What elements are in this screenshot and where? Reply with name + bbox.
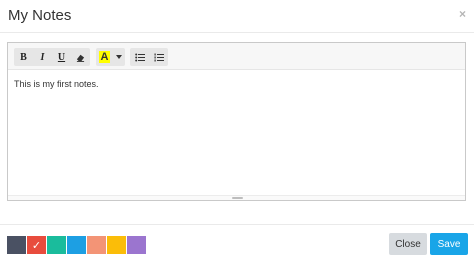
color-swatch[interactable] [87,236,106,254]
rich-text-editor[interactable]: B I U A This is my first notes. [7,42,466,201]
close-button[interactable]: Close [389,233,427,255]
format-button-group: B I U [14,48,90,66]
resize-grip-icon [232,197,243,199]
unordered-list-button[interactable] [130,48,149,66]
modal-header: My Notes × [0,0,474,33]
editor-content[interactable]: This is my first notes. [14,79,99,89]
save-button[interactable]: Save [430,233,468,255]
modal-title: My Notes [8,7,72,24]
eraser-button[interactable] [71,48,90,66]
color-button-group: A [96,48,125,66]
check-icon: ✓ [31,239,42,252]
color-swatch[interactable] [67,236,86,254]
bold-button[interactable]: B [14,48,33,66]
close-icon[interactable]: × [459,8,466,20]
underline-button[interactable]: U [52,48,71,66]
text-color-button[interactable]: A [96,48,113,66]
chevron-down-icon[interactable] [113,48,125,66]
text-color-label: A [98,51,111,63]
footer-divider [0,224,474,225]
color-swatch[interactable] [127,236,146,254]
color-swatch-picker: ✓ [7,236,146,254]
italic-button[interactable]: I [33,48,52,66]
color-swatch[interactable] [7,236,26,254]
editor-resize-handle[interactable] [8,195,465,200]
numbered-list-icon [154,53,164,61]
color-swatch[interactable] [107,236,126,254]
eraser-icon [76,54,85,62]
ordered-list-button[interactable] [149,48,168,66]
color-swatch[interactable]: ✓ [27,236,46,254]
bullet-list-icon [134,53,145,61]
editor-toolbar: B I U A [8,43,465,70]
list-button-group [130,48,168,66]
color-swatch[interactable] [47,236,66,254]
